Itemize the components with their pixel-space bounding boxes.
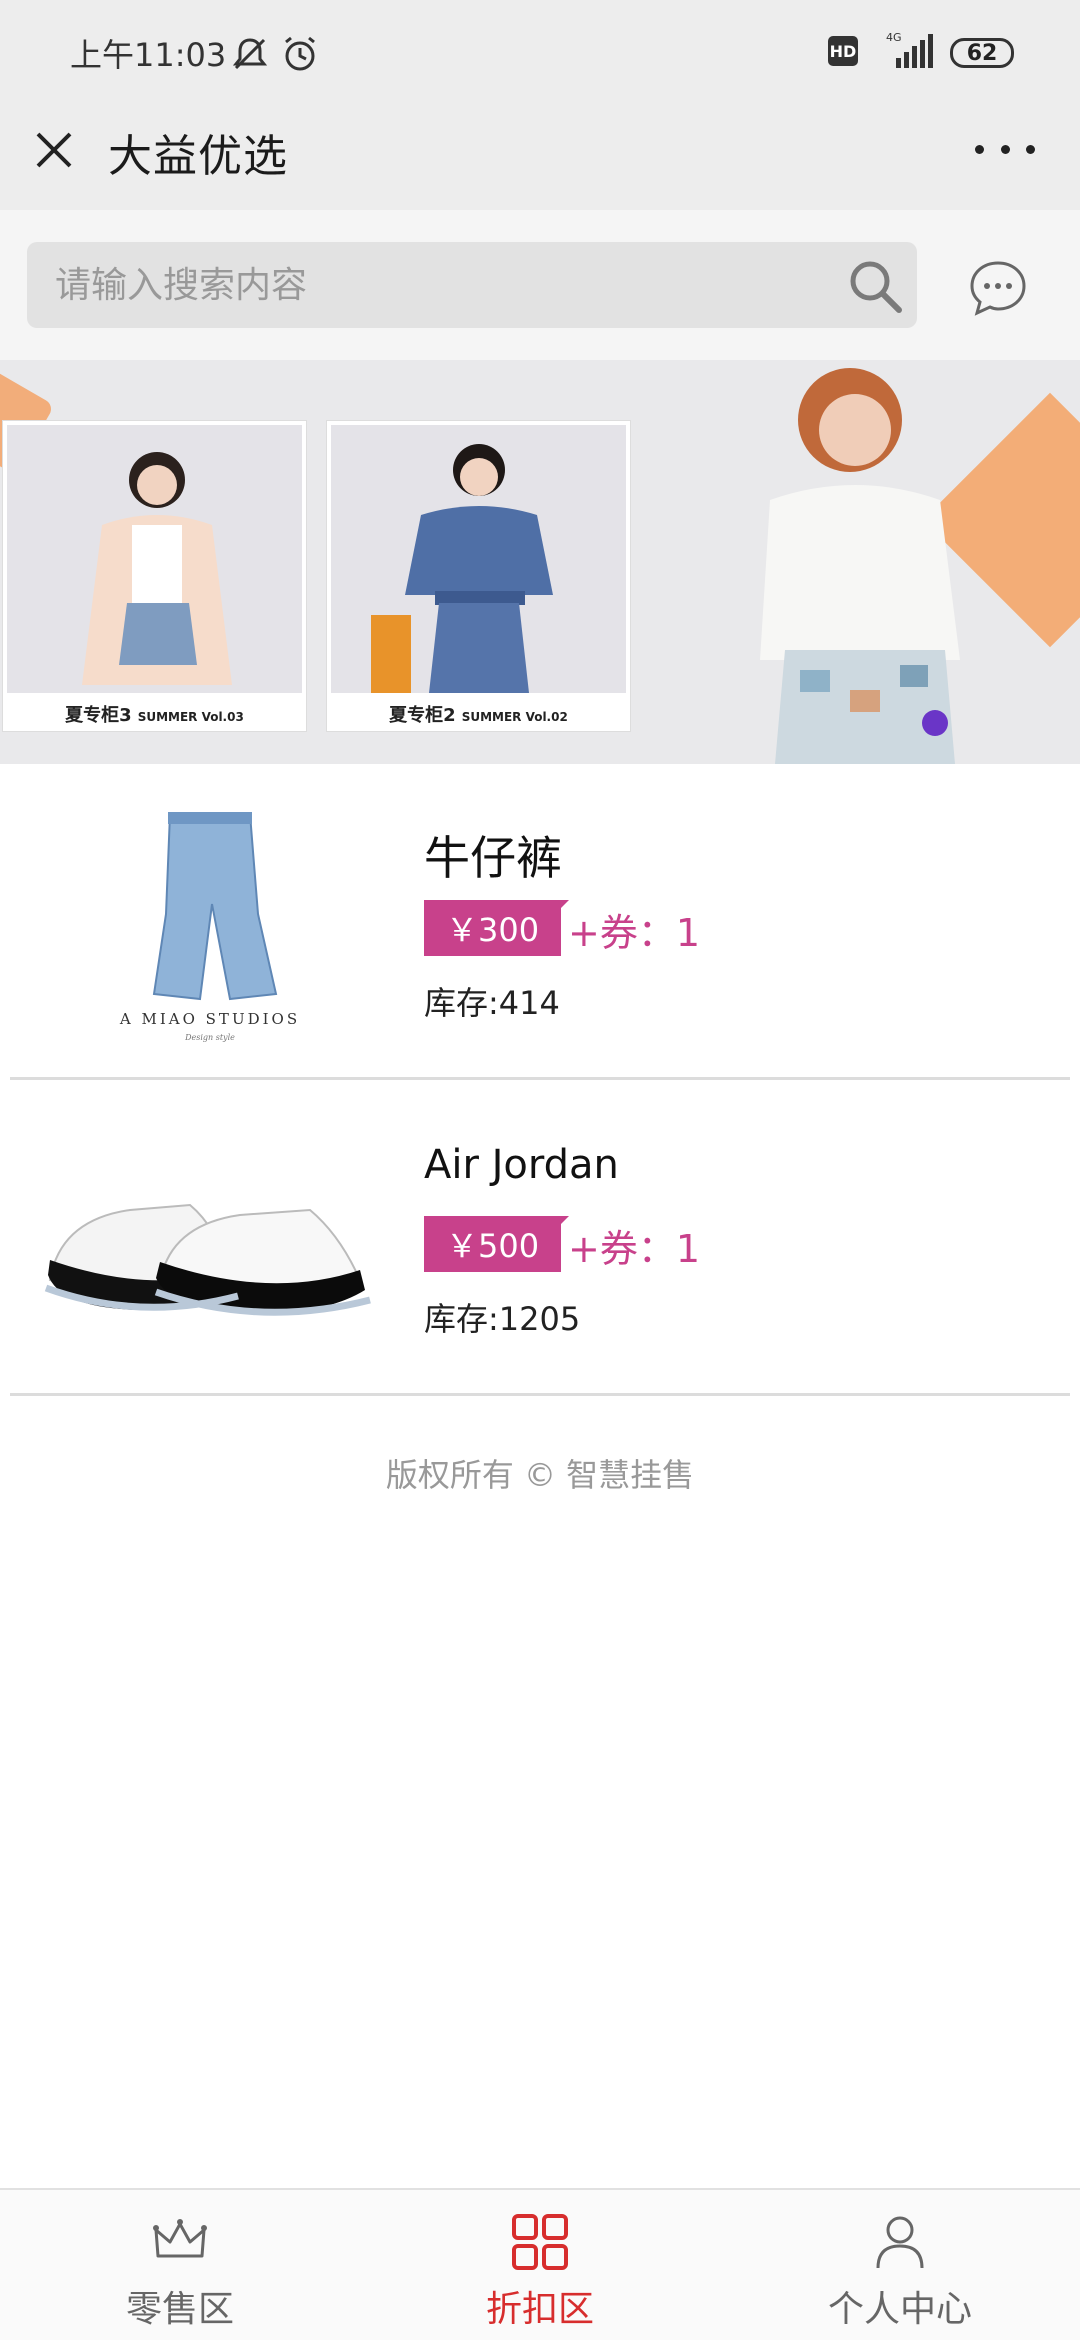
more-icon[interactable]: [975, 124, 1035, 174]
chat-icon[interactable]: [968, 258, 1028, 318]
mute-icon: [232, 38, 268, 70]
copyright-text: 版权所有 © 智慧挂售: [385, 1456, 695, 1494]
tab-discount[interactable]: 折扣区: [360, 2190, 720, 2340]
battery-icon: 62: [950, 38, 1014, 68]
banner-card-subtitle: SUMMER Vol.03: [137, 710, 244, 724]
stock-label: 库存:1205: [424, 1300, 581, 1338]
product-item[interactable]: Air Jordan ￥500 +券：1 库存:1205: [10, 1080, 1070, 1396]
bottom-tab-bar: 零售区 折扣区 个人中心: [0, 2188, 1080, 2340]
product-image: A MIAO STUDIOS Design style: [20, 794, 400, 1044]
tab-profile[interactable]: 个人中心: [720, 2190, 1080, 2340]
tab-label: 零售区: [125, 2289, 234, 2330]
banner-card-subtitle: SUMMER Vol.02: [461, 710, 568, 724]
hd-badge: HD: [828, 36, 858, 66]
product-image-caption: A MIAO STUDIOS: [119, 1010, 300, 1028]
banner-card-caption: 夏专柜2 SUMMER Vol.02: [327, 701, 630, 727]
price-tag: ￥500: [424, 1216, 570, 1272]
price-tag: ￥300: [424, 900, 570, 956]
model-photo: [7, 425, 302, 693]
product-image-note: Design style: [184, 1033, 235, 1042]
coupon-label: +券：1: [568, 911, 701, 955]
status-bar: 上午11:03 HD 4G 62: [0, 0, 1080, 104]
carousel-indicator[interactable]: [922, 710, 948, 736]
close-icon[interactable]: [28, 124, 80, 176]
model-photo: [331, 425, 626, 693]
promo-banner[interactable]: 夏专柜3 SUMMER Vol.03 夏专柜2 SUMMER Vol.02: [0, 360, 1080, 764]
network-label: 4G: [886, 31, 902, 44]
grid-icon: [512, 2214, 568, 2270]
tab-label: 折扣区: [485, 2289, 594, 2330]
banner-card[interactable]: 夏专柜2 SUMMER Vol.02: [326, 420, 631, 732]
status-time: 上午11:03: [70, 36, 227, 74]
model-photo: [760, 368, 960, 764]
search-icon[interactable]: [845, 256, 905, 316]
signal-icon: 4G: [886, 31, 933, 68]
banner-card-title: 夏专柜3: [65, 705, 132, 726]
banner-card-title: 夏专柜2: [389, 705, 456, 726]
tab-label: 个人中心: [827, 2289, 972, 2330]
product-name: 牛仔裤: [424, 831, 562, 885]
page-title: 大益优选: [108, 131, 288, 182]
banner-card-caption: 夏专柜3 SUMMER Vol.03: [3, 701, 306, 727]
banner-card[interactable]: 夏专柜3 SUMMER Vol.03: [2, 420, 307, 732]
coupon-label: +券：1: [568, 1227, 701, 1271]
product-item[interactable]: A MIAO STUDIOS Design style 牛仔裤 ￥300 +券：…: [10, 764, 1070, 1080]
stock-label: 库存:414: [424, 984, 560, 1022]
product-name: Air Jordan: [424, 1142, 619, 1188]
tab-retail[interactable]: 零售区: [0, 2190, 360, 2340]
search-box[interactable]: [27, 242, 917, 328]
product-image: [20, 1110, 400, 1360]
alarm-icon: [285, 36, 315, 71]
crown-icon: [153, 2219, 207, 2258]
user-icon: [876, 2216, 924, 2269]
search-input[interactable]: [55, 242, 835, 328]
title-bar: 大益优选: [0, 104, 1080, 210]
search-area: [0, 210, 1080, 360]
